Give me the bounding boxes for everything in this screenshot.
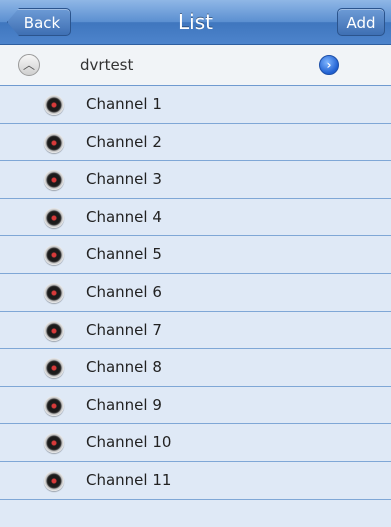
add-button[interactable]: Add [337,8,385,36]
channel-label: Channel 2 [86,132,162,151]
camera-icon [44,282,64,303]
channel-label: Channel 8 [86,358,162,377]
detail-disclosure-icon[interactable]: › [319,55,339,75]
channel-label: Channel 7 [86,320,162,339]
camera-icon [44,245,64,266]
camera-icon [44,170,64,191]
channel-label: Channel 1 [86,95,162,113]
list-item[interactable]: Channel 3 [0,161,391,199]
channel-list: Channel 1 Channel 2 Channel 3 Channel 4 … [0,86,391,500]
channel-label: Channel 10 [86,433,172,452]
camera-icon [44,433,64,454]
camera-icon [44,207,64,228]
channel-label: Channel 6 [86,282,162,301]
list-item[interactable]: Channel 1 [0,86,391,124]
camera-icon [44,358,64,379]
list-item[interactable]: Channel 2 [0,123,391,162]
camera-icon [44,395,64,416]
list-item[interactable]: Channel 11 [0,461,391,500]
list-item[interactable]: Channel 9 [0,386,391,425]
list-item[interactable]: Channel 5 [0,236,391,274]
camera-icon [44,320,64,341]
camera-icon [44,470,64,491]
navigation-bar: Back List Add [0,0,391,45]
channel-label: Channel 3 [86,170,162,189]
chevron-up-icon[interactable]: ︿ [18,54,40,76]
page-title: List [178,10,213,34]
device-name: dvrtest [80,56,134,74]
list-item[interactable]: Channel 4 [0,198,391,237]
camera-icon [44,95,64,115]
camera-icon [44,132,64,153]
channel-label: Channel 11 [86,470,172,489]
device-row[interactable]: ︿ dvrtest › [0,45,391,86]
channel-label: Channel 4 [86,207,162,226]
list-item[interactable]: Channel 8 [0,349,391,387]
list-item[interactable]: Channel 10 [0,424,391,462]
channel-label: Channel 9 [86,395,162,414]
channel-label: Channel 5 [86,245,162,264]
list-item[interactable]: Channel 6 [0,273,391,312]
list-item[interactable]: Channel 7 [0,311,391,350]
